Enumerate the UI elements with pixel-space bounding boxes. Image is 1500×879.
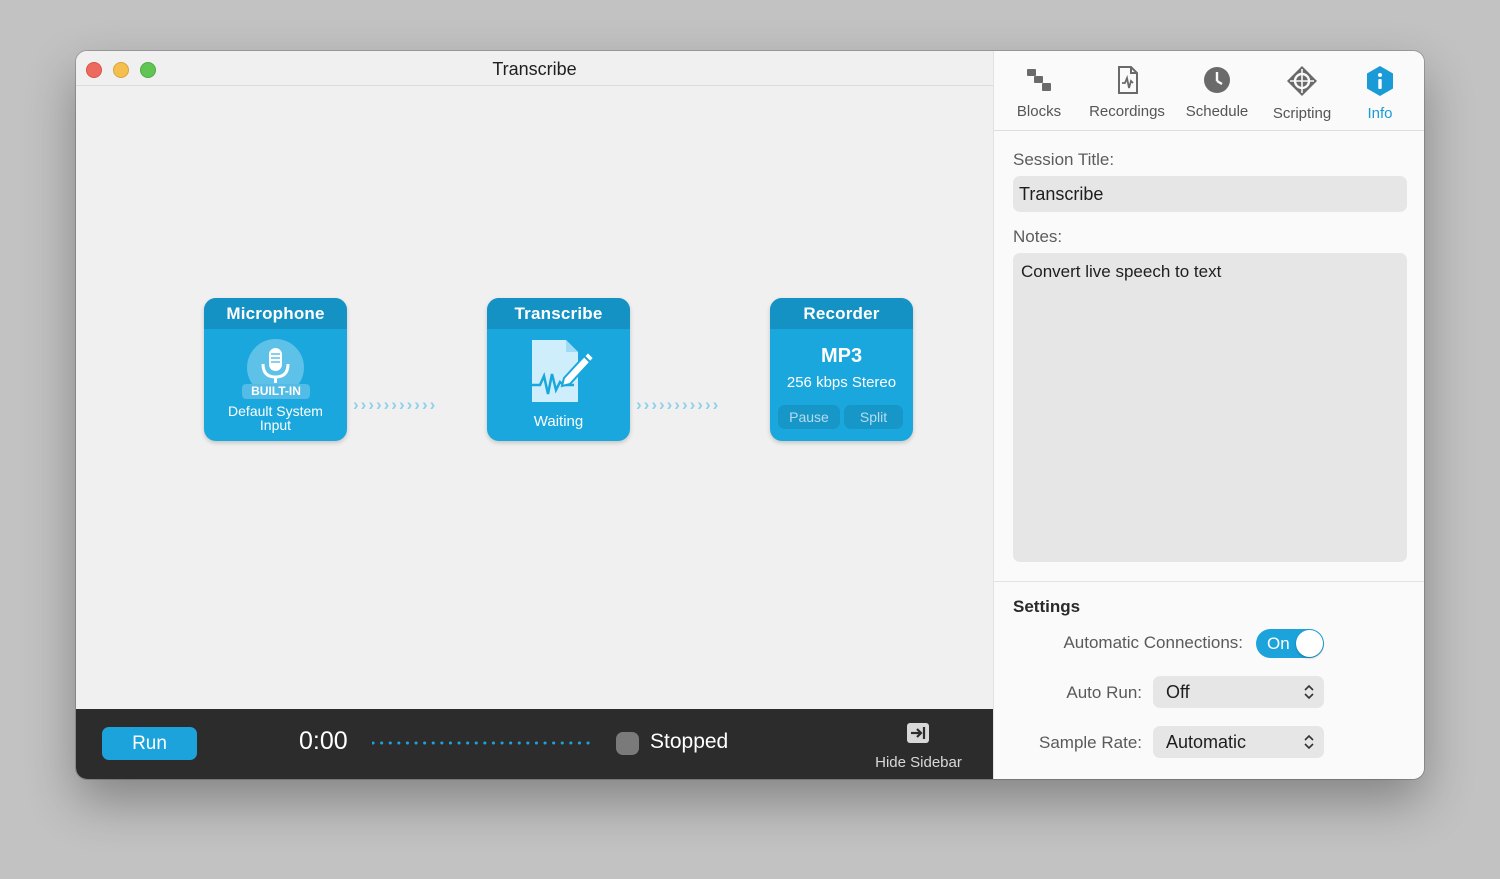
hide-sidebar-icon[interactable] (907, 723, 929, 743)
recorder-block-title: Recorder (770, 298, 913, 329)
scripting-icon (1287, 66, 1317, 96)
recordings-icon (1118, 66, 1138, 94)
sidebar-divider (994, 581, 1424, 582)
microphone-block-title: Microphone (204, 298, 347, 329)
tab-schedule-label: Schedule (1185, 103, 1249, 120)
tab-info-label: Info (1367, 105, 1393, 122)
window-title: Transcribe (492, 59, 577, 79)
stopped-indicator-icon (616, 732, 639, 755)
notes-label: Notes: (1013, 227, 1063, 246)
sample-rate-label: Sample Rate: (1039, 733, 1142, 752)
notes-textarea[interactable]: Convert live speech to text (1013, 253, 1407, 562)
auto-connections-value: On (1267, 634, 1290, 653)
transcribe-block-title: Transcribe (487, 298, 630, 329)
chevron-updown-icon (1304, 684, 1314, 700)
microphone-source-line2: Input (259, 417, 292, 433)
recorder-format: MP3 (820, 345, 863, 367)
tab-blocks-label: Blocks (1016, 103, 1062, 120)
sidebar: Blocks Recordings Schedule Scripting Inf… (993, 51, 1424, 779)
hide-sidebar-button[interactable]: Hide Sidebar (866, 754, 971, 771)
tab-info[interactable]: Info (1358, 65, 1402, 122)
recorder-block[interactable]: Recorder MP3 256 kbps Stereo Pause Split (770, 298, 913, 441)
connection-arrow-1: ››››››››››› (353, 395, 438, 414)
auto-run-label: Auto Run: (1066, 683, 1142, 702)
transcribe-status: Waiting (533, 413, 584, 430)
chevron-updown-icon (1304, 734, 1314, 750)
elapsed-time: 0:00 (299, 727, 348, 755)
tab-schedule[interactable]: Schedule (1180, 65, 1254, 120)
control-bar: Run 0:00 Stopped Hide Sidebar (76, 709, 993, 779)
clock-icon (1204, 67, 1230, 93)
transcribe-document-icon (530, 338, 596, 409)
blocks-icon (1027, 69, 1051, 91)
settings-heading: Settings (1013, 597, 1081, 616)
run-status: Stopped (650, 730, 729, 753)
tab-scripting[interactable]: Scripting (1266, 65, 1338, 122)
sample-rate-value: Automatic (1166, 732, 1247, 752)
tab-scripting-label: Scripting (1272, 105, 1332, 122)
title-bar: Transcribe (76, 51, 993, 86)
auto-connections-label: Automatic Connections: (1063, 633, 1243, 652)
tab-recordings-label: Recordings (1089, 103, 1165, 120)
auto-run-value: Off (1166, 682, 1190, 702)
microphone-block[interactable]: Microphone BUILT-IN Default System Input (204, 298, 347, 441)
sidebar-tabs: Blocks Recordings Schedule Scripting Inf… (994, 51, 1424, 131)
auto-run-select[interactable]: Off (1153, 676, 1324, 708)
toggle-knob (1296, 630, 1323, 657)
block-canvas: Microphone BUILT-IN Default System Input (76, 87, 993, 709)
session-title-input[interactable] (1013, 176, 1407, 212)
microphone-source-line1: Default System (228, 403, 323, 419)
main-pane: Transcribe Microphone BUILT-IN Default S… (76, 51, 993, 779)
progress-track (372, 741, 596, 745)
recorder-bitrate: 256 kbps Stereo (786, 374, 897, 391)
info-icon (1367, 66, 1393, 96)
tab-recordings[interactable]: Recordings (1084, 65, 1170, 120)
tab-blocks[interactable]: Blocks (1009, 65, 1069, 120)
transcribe-block[interactable]: Transcribe Waiting (487, 298, 630, 441)
split-button[interactable]: Split (844, 405, 903, 429)
run-button[interactable]: Run (102, 727, 197, 760)
sample-rate-select[interactable]: Automatic (1153, 726, 1324, 758)
app-window: Transcribe Microphone BUILT-IN Default S… (76, 51, 1424, 779)
connection-arrow-2: ››››››››››› (636, 395, 721, 414)
session-title-label: Session Title: (1013, 150, 1115, 169)
auto-connections-toggle[interactable]: On (1256, 629, 1324, 658)
pause-button[interactable]: Pause (778, 405, 840, 429)
microphone-source: Default System Input (204, 404, 347, 432)
built-in-badge: BUILT-IN (242, 384, 310, 399)
